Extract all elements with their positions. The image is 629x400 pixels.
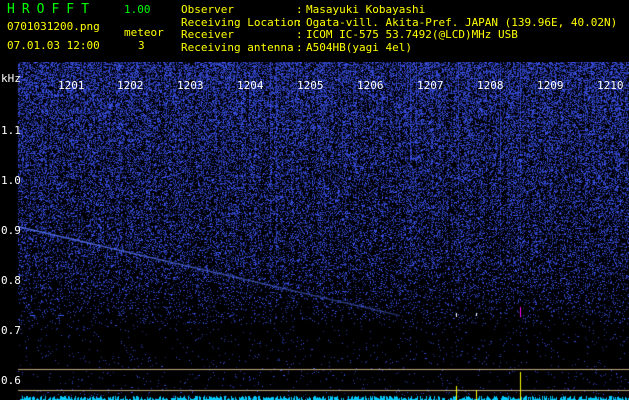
antenna-value: A504HB(yagi 4el)	[306, 40, 412, 54]
receiver-label: Receiver	[181, 28, 234, 41]
x-tick-label: 1208	[477, 79, 504, 92]
x-tick-label: 1203	[177, 79, 204, 92]
y-tick-label: 0.9	[1, 224, 21, 237]
meteor-count: 3	[138, 39, 145, 52]
x-tick-label: 1205	[297, 79, 324, 92]
observer-label: Observer	[181, 3, 234, 16]
y-tick-label: 0.8	[1, 274, 21, 287]
spectrogram-canvas	[0, 62, 629, 400]
separator: :	[296, 3, 303, 16]
date-time: 07.01.03 12:00	[7, 39, 100, 52]
x-tick-label: 1204	[237, 79, 264, 92]
receiver-value: ICOM IC-575 53.7492(@LCD)MHz USB	[306, 28, 518, 41]
meteor-label: meteor	[124, 26, 164, 39]
x-tick-label: 1210	[597, 79, 624, 92]
separator: :	[296, 40, 303, 54]
info-values: Masayuki Kobayashi Ogata-vill. Akita-Pre…	[306, 3, 617, 54]
frequency-unit-label: kHz	[1, 72, 21, 85]
x-tick-label: 1206	[357, 79, 384, 92]
x-tick-label: 1201	[58, 79, 85, 92]
y-tick-label: 1.1	[1, 124, 21, 137]
info-colons: : : : :	[296, 3, 303, 54]
y-tick-label: 1.0	[1, 174, 21, 187]
separator: :	[296, 28, 303, 41]
x-tick-label: 1207	[417, 79, 444, 92]
y-tick-label: 0.7	[1, 324, 21, 337]
file-name: 0701031200.png	[7, 20, 100, 33]
x-tick-label: 1209	[537, 79, 564, 92]
antenna-label: Receiving antenna	[181, 40, 294, 54]
y-tick-label: 0.6	[1, 374, 21, 387]
observer-value: Masayuki Kobayashi	[306, 3, 426, 16]
info-labels: Observer Receiving Location Receiver Rec…	[181, 3, 300, 54]
app-title: HROFFT	[7, 2, 96, 17]
x-tick-label: 1202	[117, 79, 144, 92]
app-version: 1.00	[124, 3, 151, 16]
